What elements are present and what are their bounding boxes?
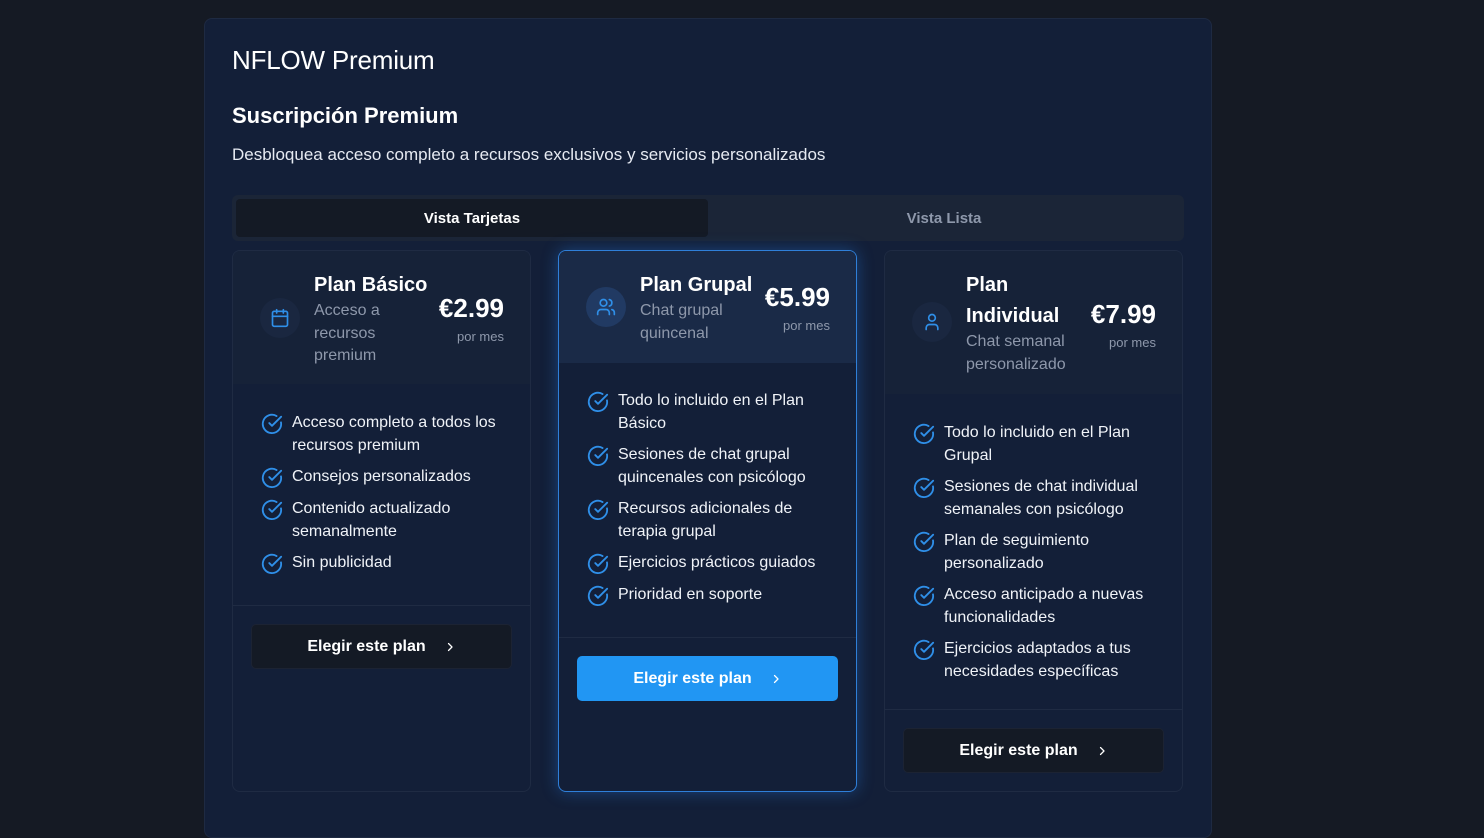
check-circle-icon: [261, 499, 283, 520]
check-circle-icon: [913, 531, 935, 552]
list-item: Ejercicios adaptados a tus necesidades e…: [913, 638, 1163, 683]
plan-card-basic: Plan Básico Acceso a recursos premium €2…: [232, 250, 531, 792]
feature-list: Acceso completo a todos los recursos pre…: [261, 412, 511, 584]
choose-plan-button[interactable]: Elegir este plan: [903, 728, 1164, 773]
user-icon: [912, 302, 952, 342]
check-circle-icon: [587, 499, 609, 520]
feature-list: Todo lo incluido en el Plan Básico Sesio…: [587, 390, 837, 616]
chevron-right-icon: [1099, 746, 1105, 755]
users-icon: [586, 287, 626, 327]
plan-card-header: Plan Individual Chat semanal personaliza…: [885, 251, 1182, 394]
plan-name: Plan Individual: [966, 274, 1060, 327]
list-item: Plan de seguimiento personalizado: [913, 530, 1163, 575]
plan-price: €2.99: [438, 293, 504, 323]
tab-card-view[interactable]: Vista Tarjetas: [236, 199, 708, 237]
card-divider: [885, 709, 1182, 710]
plan-period: por mes: [783, 318, 830, 333]
check-circle-icon: [913, 477, 935, 498]
check-circle-icon: [913, 423, 935, 444]
list-item: Todo lo incluido en el Plan Grupal: [913, 422, 1163, 467]
plan-price: €7.99: [1090, 299, 1156, 329]
tab-list-view[interactable]: Vista Lista: [708, 199, 1180, 237]
plan-period: por mes: [457, 329, 504, 344]
plan-description: Chat semanal personalizado: [966, 333, 1066, 373]
premium-panel: NFLOW Premium Suscripción Premium Desblo…: [204, 18, 1212, 838]
feature-list: Todo lo incluido en el Plan Grupal Sesio…: [913, 422, 1163, 692]
list-item: Sesiones de chat individual semanales co…: [913, 476, 1163, 521]
list-item: Sin publicidad: [261, 552, 511, 575]
check-circle-icon: [261, 413, 283, 434]
plan-period: por mes: [1109, 335, 1156, 350]
list-item: Acceso anticipado a nuevas funcionalidad…: [913, 584, 1163, 629]
choose-plan-button[interactable]: Elegir este plan: [251, 624, 512, 669]
card-divider: [559, 637, 856, 638]
plan-card-group: Plan Grupal Chat grupal quincenal €5.99 …: [558, 250, 857, 792]
check-circle-icon: [587, 445, 609, 466]
list-item: Ejercicios prácticos guiados: [587, 552, 837, 575]
list-item: Todo lo incluido en el Plan Básico: [587, 390, 837, 435]
list-item: Contenido actualizado semanalmente: [261, 498, 511, 543]
list-item: Acceso completo a todos los recursos pre…: [261, 412, 511, 457]
plan-name: Plan Grupal: [640, 274, 753, 296]
check-circle-icon: [913, 639, 935, 660]
list-item: Prioridad en soporte: [587, 584, 837, 607]
list-item: Sesiones de chat grupal quincenales con …: [587, 444, 837, 489]
calendar-icon: [260, 298, 300, 338]
chevron-right-icon: [447, 642, 453, 651]
plan-card-header: Plan Básico Acceso a recursos premium €2…: [233, 251, 530, 384]
list-item: Consejos personalizados: [261, 466, 511, 489]
plan-name: Plan Básico: [314, 274, 428, 296]
plan-price: €5.99: [764, 282, 830, 312]
plan-card-header: Plan Grupal Chat grupal quincenal €5.99 …: [559, 251, 856, 363]
chevron-right-icon: [773, 674, 779, 683]
choose-plan-button[interactable]: Elegir este plan: [577, 656, 838, 701]
check-circle-icon: [587, 585, 609, 606]
view-tabs: Vista Tarjetas Vista Lista: [232, 195, 1184, 241]
section-subtitle: Desbloquea acceso completo a recursos ex…: [232, 145, 826, 164]
app-title: NFLOW Premium: [232, 45, 435, 75]
plan-description: Acceso a recursos premium: [314, 302, 380, 364]
check-circle-icon: [587, 553, 609, 574]
check-circle-icon: [587, 391, 609, 412]
list-item: Recursos adicionales de terapia grupal: [587, 498, 837, 543]
plan-description: Chat grupal quincenal: [640, 302, 723, 342]
check-circle-icon: [261, 553, 283, 574]
check-circle-icon: [913, 585, 935, 606]
plan-card-individual: Plan Individual Chat semanal personaliza…: [884, 250, 1183, 792]
check-circle-icon: [261, 467, 283, 488]
card-divider: [233, 605, 530, 606]
section-title: Suscripción Premium: [232, 103, 459, 128]
